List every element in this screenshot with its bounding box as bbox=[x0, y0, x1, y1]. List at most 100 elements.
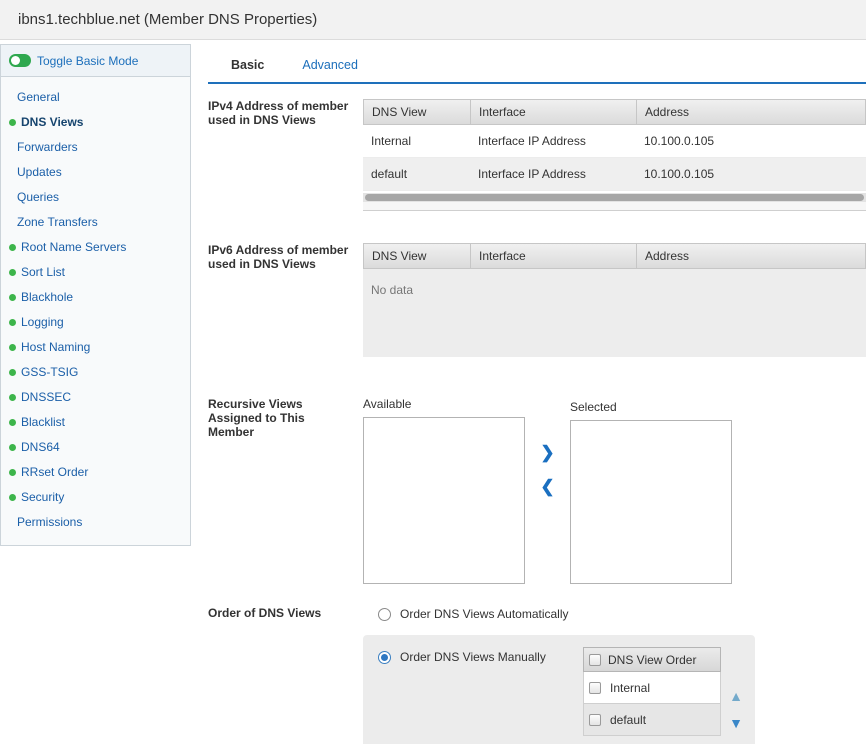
status-dot-icon bbox=[9, 494, 16, 501]
order-row-label: Internal bbox=[610, 681, 650, 695]
sidebar-item-zone-transfers[interactable]: Zone Transfers bbox=[1, 210, 190, 235]
sidebar-item-dns-views[interactable]: DNS Views bbox=[1, 110, 190, 135]
sidebar-item-dnssec[interactable]: DNSSEC bbox=[1, 385, 190, 410]
sidebar-item-host-naming[interactable]: Host Naming bbox=[1, 335, 190, 360]
row-checkbox[interactable] bbox=[589, 714, 601, 726]
sidebar-item-permissions[interactable]: Permissions bbox=[1, 510, 190, 535]
recursive-views-section: Recursive Views Assigned to This Member … bbox=[208, 397, 866, 584]
order-row-label: default bbox=[610, 713, 646, 727]
dns-view-order-table: DNS View Order Internal default bbox=[583, 647, 721, 736]
ipv4-table: DNS View Interface Address Internal Inte… bbox=[363, 99, 866, 211]
status-dot-icon bbox=[9, 444, 16, 451]
status-dot-icon bbox=[9, 344, 16, 351]
sidebar-item-label: Root Name Servers bbox=[21, 240, 126, 255]
column-header-dns-view[interactable]: DNS View bbox=[364, 100, 471, 124]
order-manual-label: Order DNS Views Manually bbox=[400, 650, 546, 664]
sidebar-item-sort-list[interactable]: Sort List bbox=[1, 260, 190, 285]
move-arrows: ❯ ❮ bbox=[525, 397, 570, 584]
sidebar-item-rrset-order[interactable]: RRset Order bbox=[1, 460, 190, 485]
sidebar-item-label: DNS64 bbox=[21, 440, 60, 455]
tab-basic[interactable]: Basic bbox=[231, 58, 264, 72]
sidebar-item-label: Forwarders bbox=[17, 140, 78, 155]
toggle-on-icon[interactable] bbox=[9, 54, 31, 67]
window-titlebar: ibns1.techblue.net (Member DNS Propertie… bbox=[0, 0, 866, 40]
ipv4-table-header: DNS View Interface Address bbox=[363, 99, 866, 125]
sidebar-item-blackhole[interactable]: Blackhole bbox=[1, 285, 190, 310]
sidebar-item-updates[interactable]: Updates bbox=[1, 160, 190, 185]
order-auto-option[interactable]: Order DNS Views Automatically bbox=[378, 606, 866, 622]
recursive-views-label: Recursive Views Assigned to This Member bbox=[208, 397, 363, 584]
cell-address: 10.100.0.105 bbox=[636, 134, 866, 148]
sidebar-item-label: Queries bbox=[17, 190, 59, 205]
move-left-button[interactable]: ❮ bbox=[540, 479, 554, 495]
cell-dns-view: default bbox=[363, 167, 470, 181]
move-up-button[interactable]: ▲ bbox=[729, 689, 743, 703]
column-header-interface[interactable]: Interface bbox=[471, 100, 637, 124]
sidebar-item-gss-tsig[interactable]: GSS-TSIG bbox=[1, 360, 190, 385]
status-dot-icon bbox=[9, 244, 16, 251]
selected-column: Selected bbox=[570, 397, 732, 584]
selected-listbox[interactable] bbox=[570, 420, 732, 584]
order-row-internal[interactable]: Internal bbox=[583, 672, 721, 704]
status-dot-icon bbox=[9, 319, 16, 326]
reorder-buttons: ▲ ▼ bbox=[729, 689, 743, 730]
sidebar-item-logging[interactable]: Logging bbox=[1, 310, 190, 335]
table-footer bbox=[363, 202, 866, 211]
arrow-down-icon: ▼ bbox=[729, 715, 743, 731]
order-section-label: Order of DNS Views bbox=[208, 606, 363, 744]
table-row[interactable]: default Interface IP Address 10.100.0.10… bbox=[363, 158, 866, 191]
page-title: ibns1.techblue.net (Member DNS Propertie… bbox=[18, 11, 317, 28]
column-header-interface[interactable]: Interface bbox=[471, 244, 637, 268]
toggle-basic-mode[interactable]: Toggle Basic Mode bbox=[1, 45, 190, 77]
sidebar-item-label: Updates bbox=[17, 165, 62, 180]
sidebar-item-label: Security bbox=[21, 490, 64, 505]
sidebar-item-general[interactable]: General bbox=[1, 85, 190, 110]
selected-label: Selected bbox=[570, 400, 732, 414]
column-header-address[interactable]: Address bbox=[637, 244, 865, 268]
sidebar: Toggle Basic Mode General DNS Views Forw… bbox=[0, 44, 191, 546]
sidebar-item-label: Logging bbox=[21, 315, 64, 330]
toggle-knob bbox=[11, 56, 20, 65]
move-down-button[interactable]: ▼ bbox=[729, 716, 743, 730]
order-section-content: Order DNS Views Automatically Order DNS … bbox=[363, 606, 866, 744]
column-header-dns-view[interactable]: DNS View bbox=[364, 244, 471, 268]
ipv4-section-label: IPv4 Address of member used in DNS Views bbox=[208, 99, 363, 211]
row-checkbox[interactable] bbox=[589, 682, 601, 694]
status-dot-icon bbox=[9, 294, 16, 301]
sidebar-item-blacklist[interactable]: Blacklist bbox=[1, 410, 190, 435]
ipv4-section: IPv4 Address of member used in DNS Views… bbox=[208, 99, 866, 211]
move-right-button[interactable]: ❯ bbox=[540, 445, 554, 461]
tab-bar: Basic Advanced bbox=[208, 48, 866, 84]
radio-selected-icon[interactable] bbox=[378, 651, 391, 664]
sidebar-item-queries[interactable]: Queries bbox=[1, 185, 190, 210]
scrollbar-thumb[interactable] bbox=[365, 194, 864, 201]
cell-interface: Interface IP Address bbox=[470, 167, 636, 181]
table-row[interactable]: Internal Interface IP Address 10.100.0.1… bbox=[363, 125, 866, 158]
sidebar-item-dns64[interactable]: DNS64 bbox=[1, 435, 190, 460]
horizontal-scrollbar[interactable] bbox=[363, 193, 866, 202]
sidebar-item-security[interactable]: Security bbox=[1, 485, 190, 510]
available-listbox[interactable] bbox=[363, 417, 525, 584]
radio-unselected-icon[interactable] bbox=[378, 608, 391, 621]
sidebar-item-label: Sort List bbox=[21, 265, 65, 280]
select-all-checkbox[interactable] bbox=[589, 654, 601, 666]
ipv6-table: DNS View Interface Address No data bbox=[363, 243, 866, 357]
order-row-default[interactable]: default bbox=[583, 704, 721, 736]
recursive-views-content: Available ❯ ❮ Selected bbox=[363, 397, 866, 584]
manual-order-panel: Order DNS Views Manually DNS View Order … bbox=[363, 635, 755, 744]
chevron-left-icon: ❮ bbox=[540, 477, 554, 496]
sidebar-item-label: General bbox=[17, 90, 60, 105]
cell-dns-view: Internal bbox=[363, 134, 470, 148]
ipv6-section: IPv6 Address of member used in DNS Views… bbox=[208, 243, 866, 357]
status-dot-icon bbox=[9, 419, 16, 426]
toggle-basic-mode-label: Toggle Basic Mode bbox=[37, 54, 138, 68]
ipv6-section-label: IPv6 Address of member used in DNS Views bbox=[208, 243, 363, 357]
order-table-header-label: DNS View Order bbox=[608, 653, 696, 667]
column-header-address[interactable]: Address bbox=[637, 100, 865, 124]
sidebar-item-forwarders[interactable]: Forwarders bbox=[1, 135, 190, 160]
tab-advanced[interactable]: Advanced bbox=[302, 58, 358, 72]
order-table-header: DNS View Order bbox=[583, 647, 721, 672]
sidebar-item-label: DNSSEC bbox=[21, 390, 71, 405]
sidebar-item-root-name-servers[interactable]: Root Name Servers bbox=[1, 235, 190, 260]
sidebar-item-label: Permissions bbox=[17, 515, 82, 530]
